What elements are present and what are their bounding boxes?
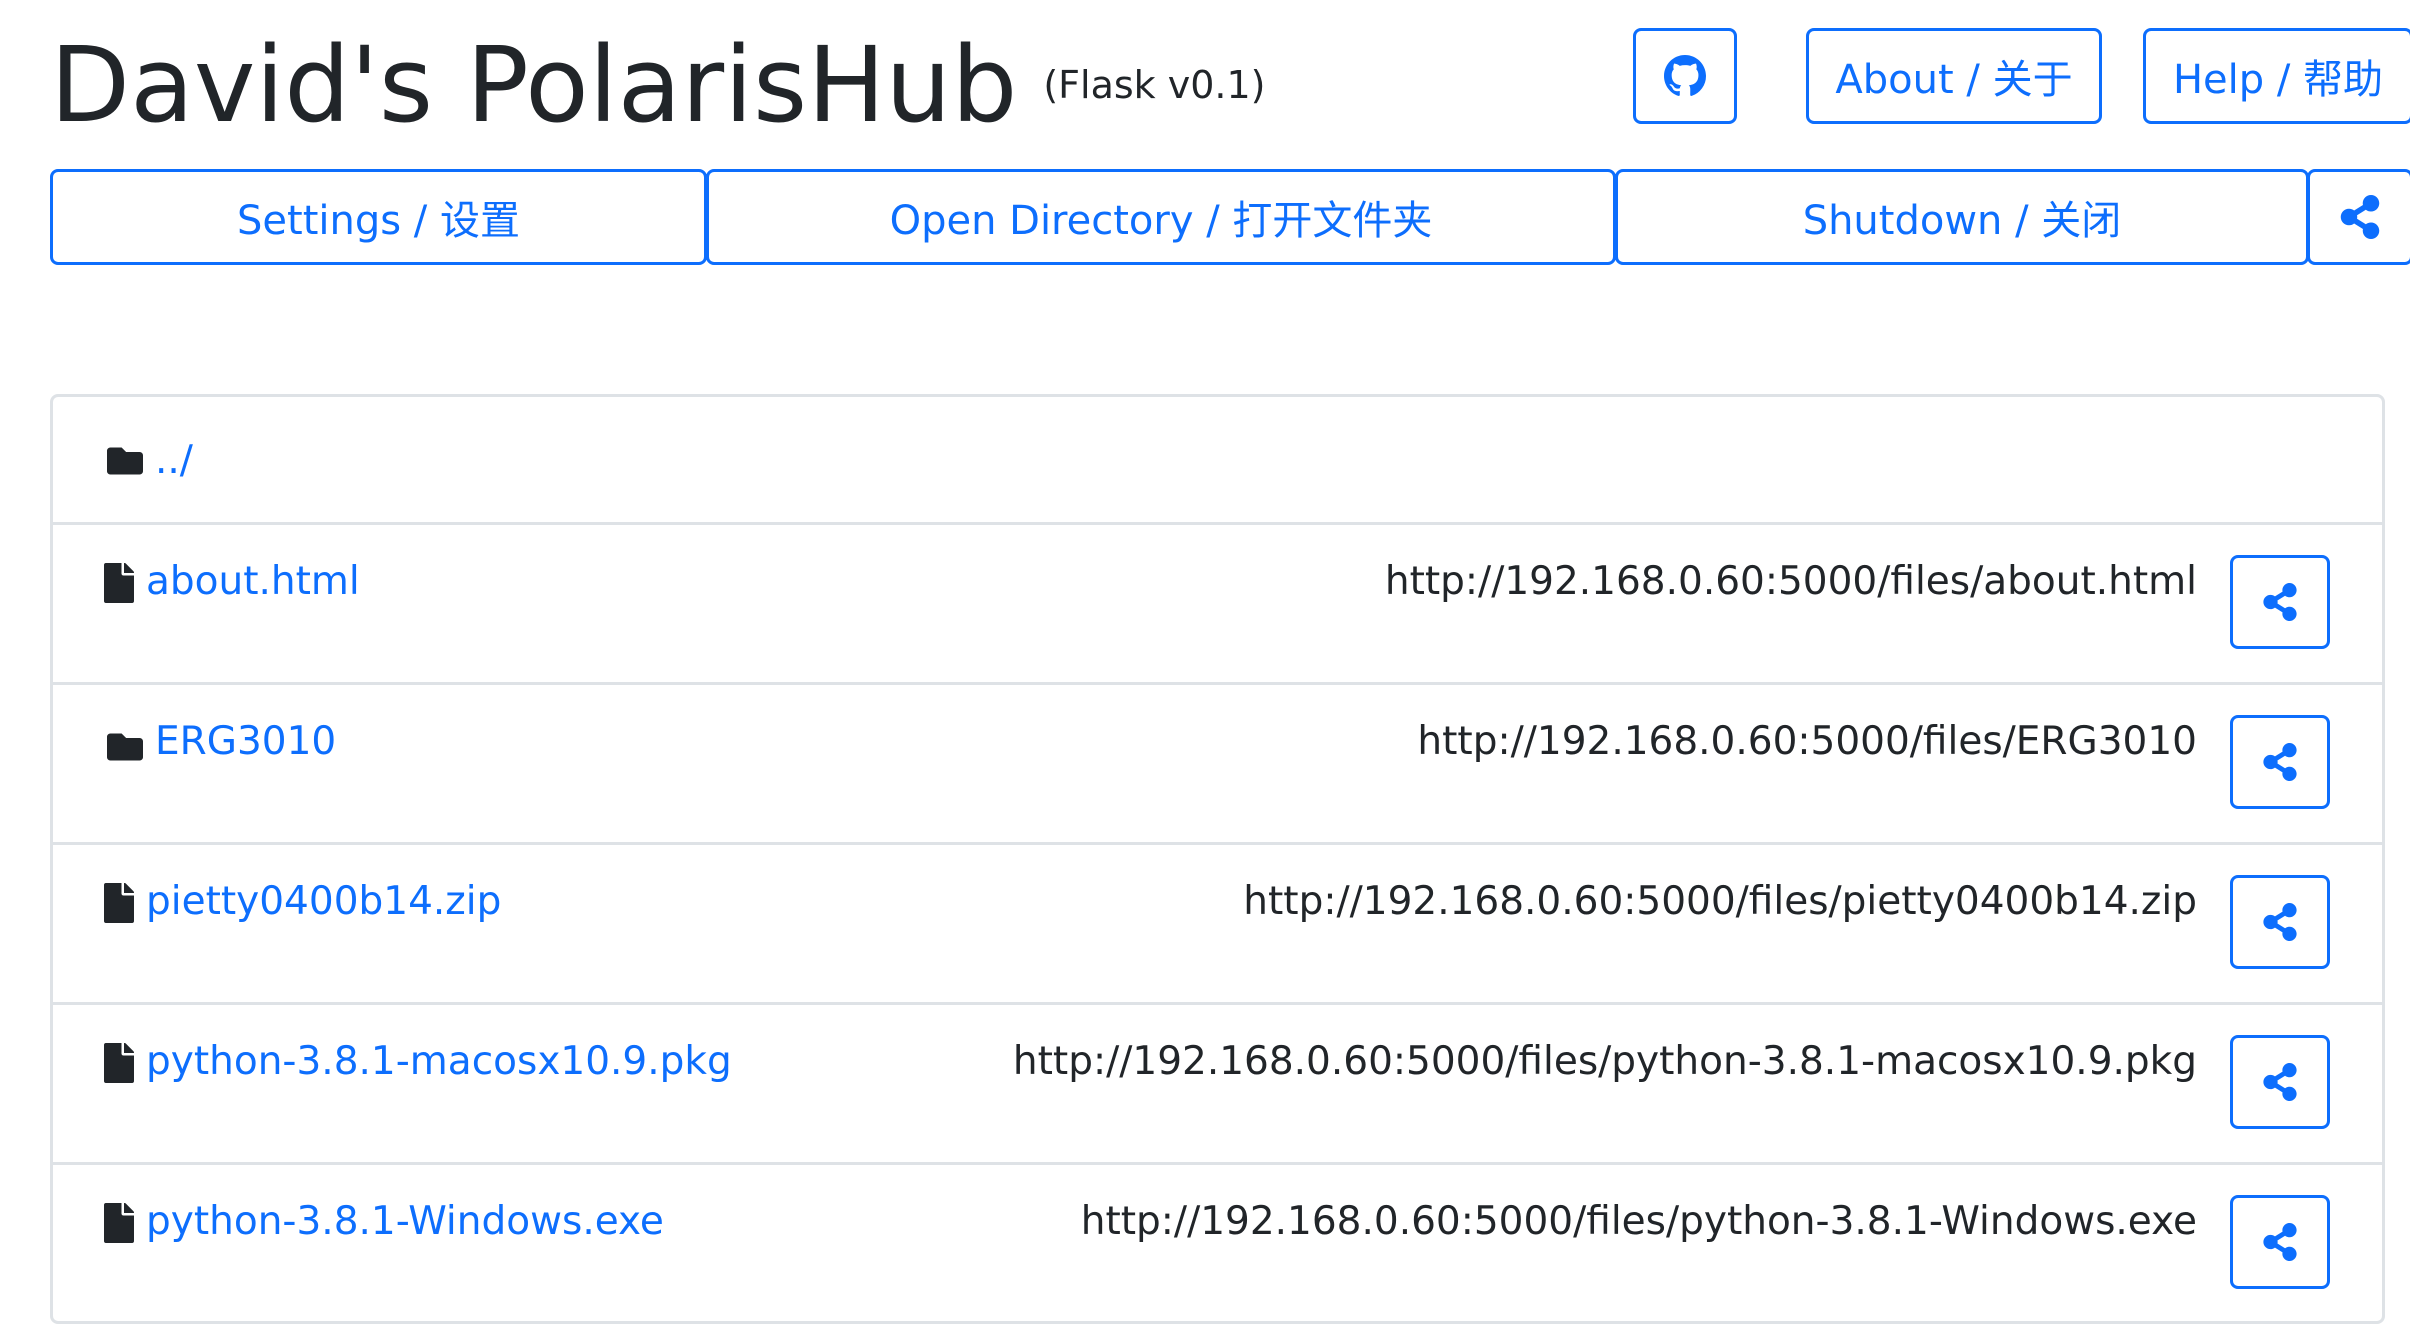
- share-icon: [2263, 1223, 2297, 1261]
- file-url: http://192.168.0.60:5000/files/pietty040…: [1243, 879, 2197, 924]
- share-button[interactable]: [2230, 1195, 2330, 1289]
- folder-icon: [107, 447, 143, 475]
- share-button[interactable]: [2230, 875, 2330, 969]
- parent-directory-link[interactable]: ../: [155, 437, 193, 485]
- file-link[interactable]: about.html: [146, 558, 360, 606]
- file-url: http://192.168.0.60:5000/files/ERG3010: [1417, 719, 2197, 764]
- open-directory-button[interactable]: Open Directory / 打开文件夹: [706, 169, 1616, 265]
- share-all-button[interactable]: [2307, 169, 2410, 265]
- share-button[interactable]: [2230, 1035, 2330, 1129]
- file-url: http://192.168.0.60:5000/files/about.htm…: [1384, 559, 2197, 604]
- file-icon: [104, 883, 134, 923]
- list-item: ERG3010 http://192.168.0.60:5000/files/E…: [53, 685, 2382, 845]
- file-url: http://192.168.0.60:5000/files/python-3.…: [1080, 1199, 2197, 1244]
- share-button[interactable]: [2230, 555, 2330, 649]
- page-title: David's PolarisHub (Flask v0.1): [50, 22, 1266, 148]
- share-icon: [2263, 903, 2297, 941]
- share-icon: [2340, 195, 2380, 239]
- folder-icon: [107, 733, 143, 761]
- file-url: http://192.168.0.60:5000/files/python-3.…: [1012, 1039, 2197, 1084]
- settings-button[interactable]: Settings / 设置: [50, 169, 707, 265]
- shutdown-button[interactable]: Shutdown / 关闭: [1615, 169, 2309, 265]
- file-icon: [104, 1043, 134, 1083]
- file-icon: [104, 563, 134, 603]
- github-icon: [1664, 55, 1706, 96]
- file-icon: [104, 1203, 134, 1243]
- folder-link[interactable]: ERG3010: [155, 718, 336, 766]
- file-link[interactable]: python-3.8.1-Windows.exe: [146, 1198, 664, 1246]
- share-icon: [2263, 583, 2297, 621]
- share-icon: [2263, 1063, 2297, 1101]
- file-link[interactable]: python-3.8.1-macosx10.9.pkg: [146, 1038, 732, 1086]
- list-item: pietty0400b14.zip http://192.168.0.60:50…: [53, 845, 2382, 1005]
- list-item: python-3.8.1-Windows.exe http://192.168.…: [53, 1165, 2382, 1321]
- help-button[interactable]: Help / 帮助: [2143, 28, 2410, 124]
- parent-directory-row[interactable]: ../: [53, 397, 2382, 525]
- app-title: David's PolarisHub: [50, 24, 1018, 146]
- github-button[interactable]: [1633, 28, 1737, 124]
- list-item: python-3.8.1-macosx10.9.pkg http://192.1…: [53, 1005, 2382, 1165]
- app-version: (Flask v0.1): [1043, 63, 1266, 108]
- file-link[interactable]: pietty0400b14.zip: [146, 878, 501, 926]
- about-button[interactable]: About / 关于: [1806, 28, 2102, 124]
- file-list: ../ about.html http://192.168.0.60:5000/…: [50, 394, 2385, 1324]
- share-button[interactable]: [2230, 715, 2330, 809]
- list-item: about.html http://192.168.0.60:5000/file…: [53, 525, 2382, 685]
- share-icon: [2263, 743, 2297, 781]
